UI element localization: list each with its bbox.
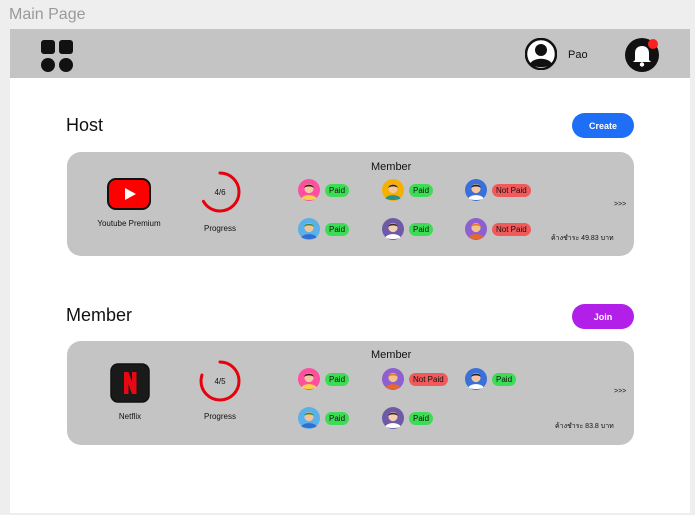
- service-name: Youtube Premium: [97, 219, 161, 228]
- payment-status-badge: Paid: [325, 373, 350, 386]
- member-avatar-icon: [382, 368, 404, 390]
- top-bar: Pao: [10, 29, 690, 78]
- member-section-title: Member: [66, 305, 133, 325]
- member-avatar-icon: [382, 218, 404, 240]
- member-subscription-card[interactable]: Netflix 4/5 Progress Member >>> ค้างชำระ…: [67, 341, 634, 445]
- outstanding-amount: ค้างชำระ 49.83 บาท: [551, 235, 614, 242]
- join-button[interactable]: Join: [572, 304, 634, 329]
- netflix-icon: [110, 363, 150, 403]
- more-members-link[interactable]: >>>: [614, 388, 626, 395]
- notification-dot-icon: [648, 39, 658, 49]
- host-subscription-card[interactable]: Youtube Premium 4/6 Progress Member >>> …: [67, 152, 634, 256]
- payment-status-badge: Not Paid: [492, 223, 531, 236]
- payment-status-badge: Paid: [409, 223, 434, 236]
- apps-menu-icon[interactable]: [41, 40, 73, 72]
- progress-value: 4/6: [214, 188, 226, 197]
- progress-label: Progress: [203, 412, 236, 421]
- payment-status-badge: Paid: [325, 412, 350, 425]
- member-avatar-icon: [465, 179, 487, 201]
- payment-status-badge: Paid: [409, 184, 434, 197]
- member-avatar-icon: [298, 218, 320, 240]
- payment-status-badge: Paid: [325, 223, 350, 236]
- members-heading: Member: [371, 349, 412, 361]
- payment-status-badge: Not Paid: [409, 373, 448, 386]
- create-button[interactable]: Create: [572, 113, 634, 138]
- member-avatar-icon: [382, 407, 404, 429]
- youtube-icon: [107, 178, 151, 210]
- member-avatar-icon: [298, 368, 320, 390]
- member-avatar-icon: [298, 407, 320, 429]
- user-avatar-icon[interactable]: [525, 38, 557, 70]
- payment-status-badge: Paid: [492, 373, 517, 386]
- member-avatar-icon: [382, 179, 404, 201]
- member-avatar-icon: [465, 218, 487, 240]
- outstanding-amount: ค้างชำระ 83.8 บาท: [555, 423, 614, 430]
- payment-status-badge: Paid: [409, 412, 434, 425]
- user-name[interactable]: Pao: [568, 49, 588, 61]
- member-avatar-icon: [465, 368, 487, 390]
- host-section-title: Host: [66, 115, 104, 135]
- main-page: Pao Host Create Youtube Premium 4/6 Prog…: [10, 29, 690, 513]
- members-heading: Member: [371, 161, 412, 173]
- progress-label: Progress: [203, 224, 236, 233]
- frame-title: Main Page: [9, 6, 86, 23]
- payment-status-badge: Not Paid: [492, 184, 531, 197]
- more-members-link[interactable]: >>>: [614, 201, 626, 208]
- notification-bell-icon[interactable]: [625, 38, 659, 72]
- service-name: Netflix: [118, 412, 142, 421]
- progress-value: 4/5: [214, 377, 226, 386]
- payment-status-badge: Paid: [325, 184, 350, 197]
- member-avatar-icon: [298, 179, 320, 201]
